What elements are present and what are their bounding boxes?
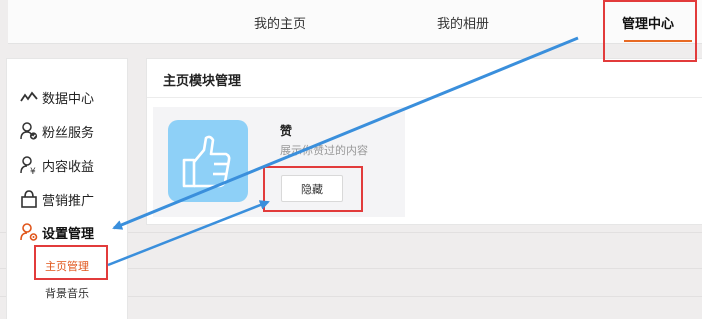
title-divider xyxy=(147,97,702,98)
page-title: 主页模块管理 xyxy=(163,74,242,89)
highlight-box-homepage-management xyxy=(34,245,108,280)
highlight-box-hide-button xyxy=(263,166,363,212)
svg-text:¥: ¥ xyxy=(30,167,36,175)
module-title: 赞 xyxy=(280,124,293,138)
sidebar-item-label: 营销推广 xyxy=(42,193,95,209)
sidebar-item-settings[interactable]: 设置管理 xyxy=(19,221,94,243)
sidebar-item-fan-service[interactable]: 粉丝服务 xyxy=(19,120,94,142)
sidebar-item-marketing[interactable]: 营销推广 xyxy=(19,188,94,210)
user-yen-icon: ¥ xyxy=(20,156,36,175)
main-panel: 主页模块管理 赞 展示你赞过的内容 隐藏 xyxy=(146,58,702,225)
sidebar-item-content-income[interactable]: ¥ 内容收益 xyxy=(19,154,94,176)
thumbs-up-icon xyxy=(168,120,248,202)
tab-my-album[interactable]: 我的相册 xyxy=(437,13,489,32)
module-description: 展示你赞过的内容 xyxy=(280,144,368,157)
top-nav: 我的主页 我的相册 管理中心 xyxy=(8,0,702,44)
chart-line-icon xyxy=(20,91,38,102)
user-gear-icon xyxy=(20,223,38,241)
sidebar-item-label: 粉丝服务 xyxy=(42,125,95,141)
sidebar-item-data-center[interactable]: 数据中心 xyxy=(19,86,94,108)
tab-my-homepage[interactable]: 我的主页 xyxy=(254,13,306,32)
user-check-icon xyxy=(20,122,38,140)
sidebar-subitem-background-music[interactable]: 背景音乐 xyxy=(45,285,89,301)
sidebar-item-label: 内容收益 xyxy=(42,159,95,175)
bag-icon xyxy=(21,190,37,208)
sidebar-item-label: 数据中心 xyxy=(42,91,95,107)
sidebar-item-label: 设置管理 xyxy=(42,226,95,242)
highlight-box-management-center xyxy=(603,0,697,62)
